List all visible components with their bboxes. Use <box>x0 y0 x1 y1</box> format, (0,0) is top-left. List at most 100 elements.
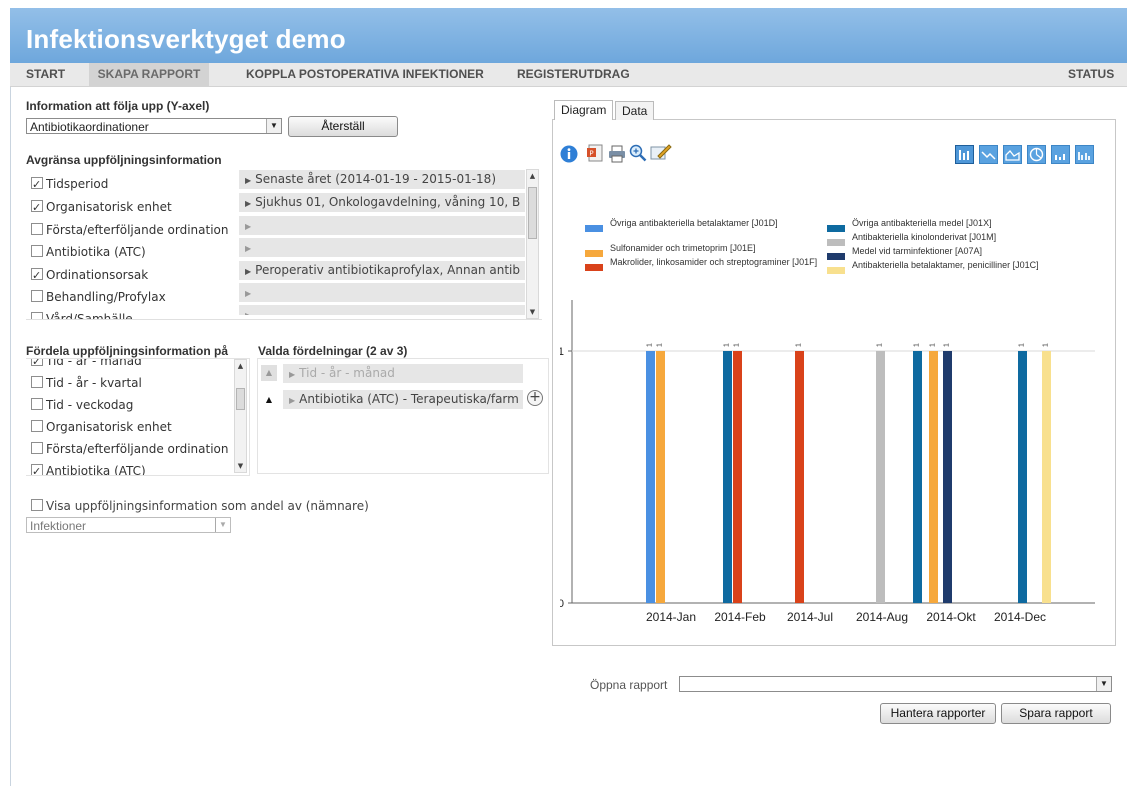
area-chart-icon[interactable] <box>1003 145 1022 164</box>
limit-item[interactable]: Ordinationsorsak <box>31 264 148 287</box>
info-icon[interactable] <box>560 145 578 163</box>
chevron-down-icon: ▼ <box>215 518 230 532</box>
limit-item[interactable]: Organisatorisk enhet <box>31 196 172 219</box>
limit-filter-value[interactable]: ▶ Sjukhus 01, Onkologavdelning, våning 10… <box>239 193 525 212</box>
tab-data[interactable]: Data <box>615 101 655 120</box>
bar-value-label: 1 <box>877 343 884 347</box>
yaxis-select[interactable]: Antibiotikaordinationer ▼ <box>26 118 282 134</box>
limit-item[interactable]: Tidsperiod <box>31 173 108 196</box>
limit-filter-value[interactable]: ▶ <box>239 305 525 315</box>
distribute-checkbox[interactable] <box>31 376 43 388</box>
line-chart-icon[interactable] <box>979 145 998 164</box>
distribute-checkbox[interactable] <box>31 461 43 475</box>
nav-koppla[interactable]: KOPPLA POSTOPERATIVA INFEKTIONER <box>246 63 484 86</box>
limit-filter-value[interactable]: ▶ Peroperativ antibiotikaprofylax, Annan … <box>239 261 525 280</box>
limit-checkbox[interactable] <box>31 197 43 219</box>
y-tick-label: 1 <box>560 346 564 358</box>
limit-item[interactable]: Vård/Samhälle <box>31 308 133 319</box>
nav-status[interactable]: STATUS <box>1068 63 1114 86</box>
limit-item[interactable]: Första/efterföljande ordination <box>31 219 229 241</box>
scroll-up-icon[interactable]: ▲ <box>235 360 246 372</box>
distribute-item[interactable]: Tid - veckodag <box>31 394 133 416</box>
expand-icon: ▶ <box>245 176 252 185</box>
add-icon[interactable]: + <box>527 390 543 406</box>
limit-scrollbar[interactable]: ▲ ▼ <box>526 169 539 319</box>
legend-label: Sulfonamider och trimetoprim [J01E] <box>610 243 756 253</box>
nav-start[interactable]: START <box>26 63 65 86</box>
distribute-item-label: Tid - veckodag <box>46 398 134 412</box>
print-icon[interactable] <box>608 145 626 163</box>
open-report-label: Öppna rapport <box>590 678 668 692</box>
legend-swatch <box>827 225 845 232</box>
bar <box>795 351 804 603</box>
legend-swatch <box>827 239 845 246</box>
bar-value-label: 1 <box>647 343 654 347</box>
distribute-item[interactable]: Tid - år - månad <box>31 359 142 373</box>
grouped-bar-icon[interactable] <box>1075 145 1094 164</box>
x-tick-label: 2014-Dec <box>994 610 1046 624</box>
scroll-down-icon[interactable]: ▼ <box>235 460 246 472</box>
distribute-item[interactable]: Tid - år - kvartal <box>31 372 142 394</box>
selected-item[interactable]: ▶ Tid - år - månad <box>283 364 523 383</box>
nav-skapa-rapport[interactable]: SKAPA RAPPORT <box>89 63 209 86</box>
scroll-down-icon[interactable]: ▼ <box>527 306 538 318</box>
stacked-bar-icon[interactable] <box>1051 145 1070 164</box>
chevron-down-icon: ▼ <box>1096 677 1111 691</box>
limit-filter-value[interactable]: ▶ Senaste året (2014-01-19 - 2015-01-18) <box>239 170 525 189</box>
bar-value-label: 1 <box>914 343 921 347</box>
powerpoint-icon[interactable]: P <box>586 144 604 162</box>
move-up-icon[interactable]: ▲ <box>261 365 277 381</box>
chevron-down-icon: ▼ <box>266 119 281 133</box>
bar <box>929 351 938 603</box>
bar-value-label: 1 <box>1019 343 1026 347</box>
denominator-select[interactable]: Infektioner ▼ <box>26 517 231 533</box>
pie-chart-icon[interactable] <box>1027 145 1046 164</box>
selected-item[interactable]: ▶ Antibiotika (ATC) - Terapeutiska/farm <box>283 390 523 409</box>
x-tick-label: 2014-Okt <box>926 610 976 624</box>
limit-checkbox[interactable] <box>31 223 43 235</box>
limit-checkbox[interactable] <box>31 265 43 287</box>
edit-icon[interactable] <box>650 143 672 161</box>
limit-checkbox[interactable] <box>31 290 43 302</box>
distribute-list: Tid - år - månad Tid - år - kvartal Tid - … <box>26 358 250 476</box>
tab-diagram[interactable]: Diagram <box>554 100 614 120</box>
save-report-button[interactable]: Spara rapport <box>1001 703 1111 724</box>
open-report-select[interactable]: ▼ <box>679 676 1112 692</box>
distribute-checkbox[interactable] <box>31 359 43 373</box>
distribute-item[interactable]: Första/efterföljande ordination <box>31 438 229 460</box>
distribute-item[interactable]: Antibiotika (ATC) <box>31 460 146 475</box>
zoom-icon[interactable] <box>629 144 647 162</box>
limit-item[interactable]: Antibiotika (ATC) <box>31 241 146 263</box>
limit-section-label: Avgränsa uppföljningsinformation <box>26 153 222 167</box>
limit-item-label: Första/efterföljande ordination <box>46 223 229 237</box>
share-checkbox[interactable] <box>31 499 43 511</box>
scroll-up-icon[interactable]: ▲ <box>527 170 538 182</box>
bar-value-label: 1 <box>930 343 937 347</box>
bar-chart-icon[interactable] <box>955 145 974 164</box>
limit-checkbox[interactable] <box>31 174 43 196</box>
nav-registerutdrag[interactable]: REGISTERUTDRAG <box>517 63 630 86</box>
legend-swatch <box>827 253 845 260</box>
limit-filter-value[interactable]: ▶ <box>239 238 525 257</box>
distribute-checkbox[interactable] <box>31 420 43 432</box>
distribute-scrollbar[interactable]: ▲ ▼ <box>234 359 247 473</box>
scroll-thumb[interactable] <box>528 187 537 239</box>
move-up-icon[interactable]: ▲ <box>261 392 277 408</box>
expand-icon: ▶ <box>245 311 251 315</box>
manage-reports-button[interactable]: Hantera rapporter <box>880 703 996 724</box>
reset-button[interactable]: Återställ <box>288 116 398 137</box>
distribute-item[interactable]: Organisatorisk enhet <box>31 416 172 438</box>
limit-filter-value[interactable]: ▶ <box>239 216 525 235</box>
bar-value-label: 1 <box>734 343 741 347</box>
x-tick-label: 2014-Aug <box>856 610 908 624</box>
limit-filter-value[interactable]: ▶ <box>239 283 525 302</box>
limit-checkbox[interactable] <box>31 312 43 319</box>
limit-checkbox[interactable] <box>31 245 43 257</box>
limit-item-label: Vård/Samhälle <box>46 312 133 319</box>
limit-item[interactable]: Behandling/Profylax <box>31 286 166 308</box>
distribute-checkbox[interactable] <box>31 398 43 410</box>
bar-value-label: 1 <box>1043 343 1050 347</box>
share-row[interactable]: Visa uppföljningsinformation som andel a… <box>31 499 369 513</box>
scroll-thumb[interactable] <box>236 388 245 410</box>
distribute-checkbox[interactable] <box>31 442 43 454</box>
